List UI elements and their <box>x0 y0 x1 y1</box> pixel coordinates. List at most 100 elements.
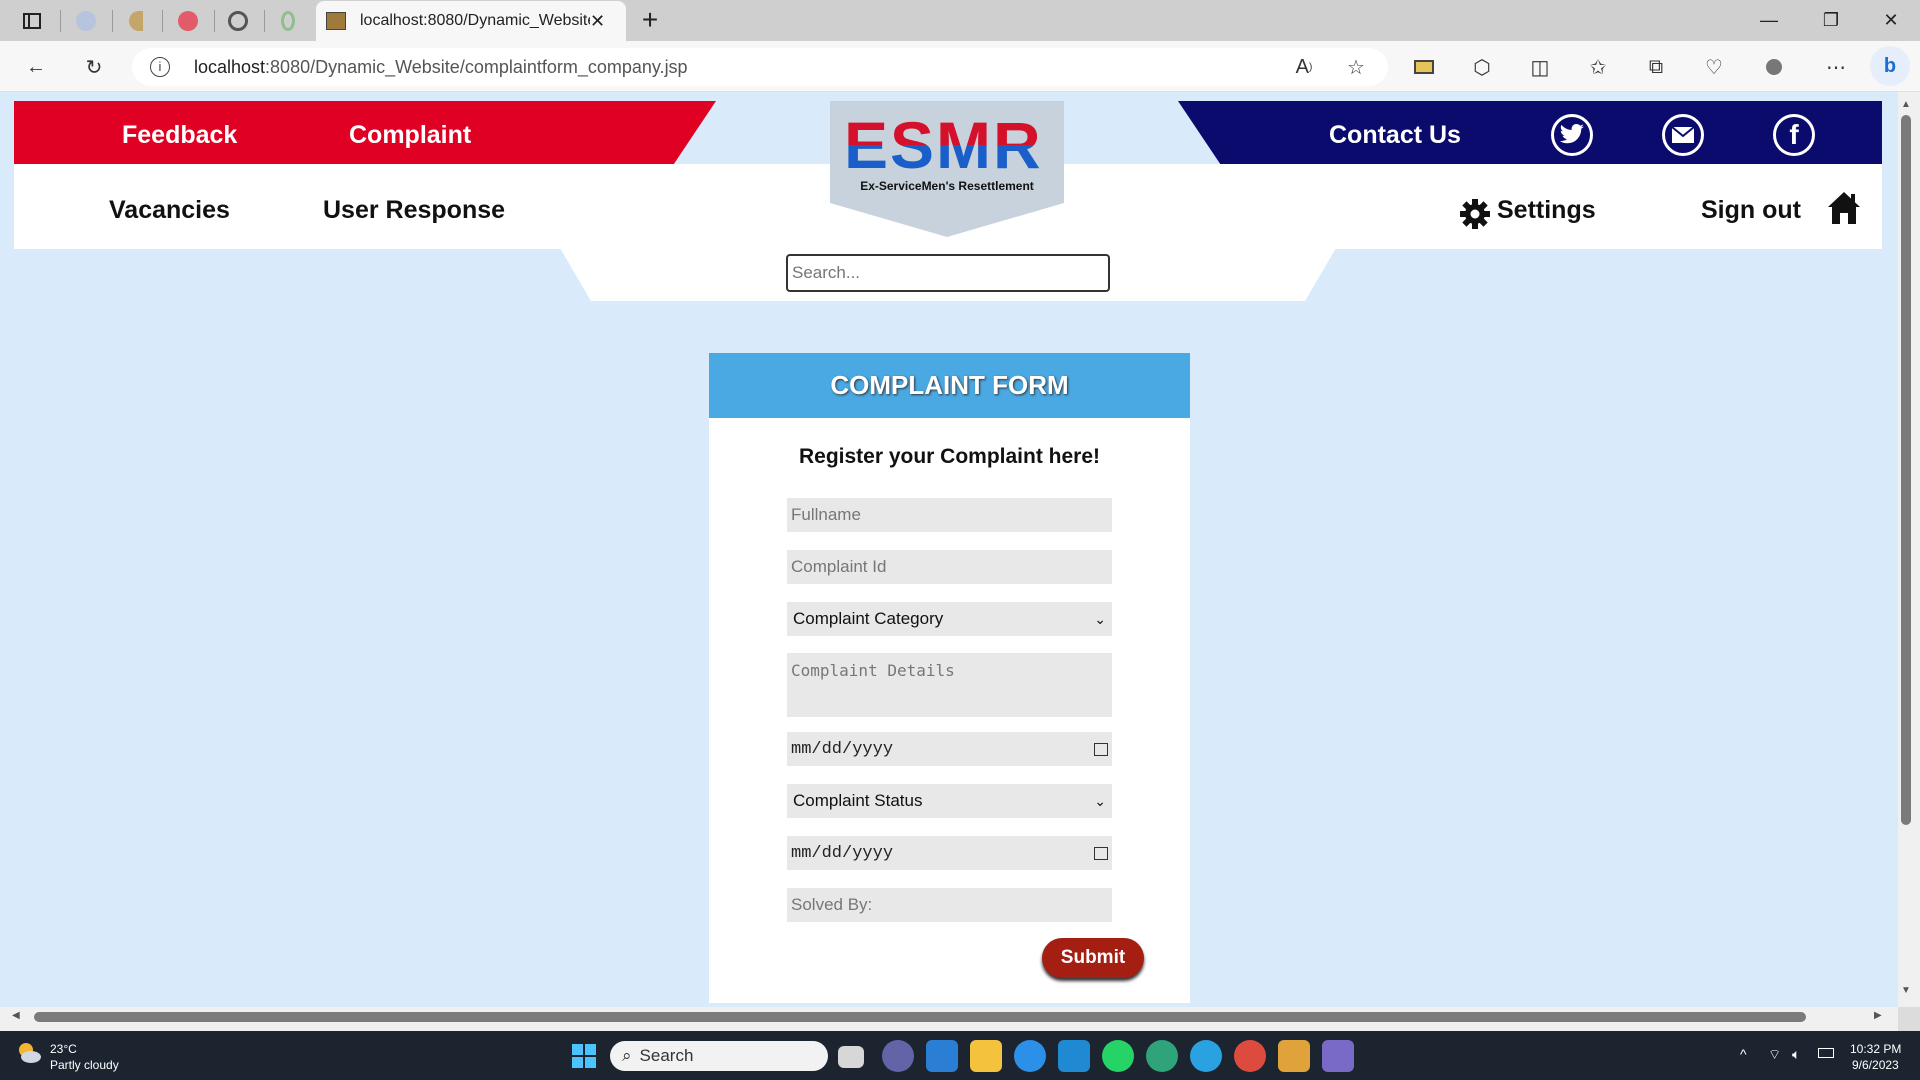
tab-separator <box>264 10 265 32</box>
read-aloud-icon[interactable]: A) <box>1286 50 1322 84</box>
scroll-left-icon[interactable]: ◀ <box>12 1010 20 1021</box>
nav-feedback[interactable]: Feedback <box>122 121 237 150</box>
extension-edit-icon[interactable] <box>1406 50 1442 84</box>
tab-separator <box>214 10 215 32</box>
minimize-icon[interactable]: — <box>1738 0 1800 40</box>
restore-icon[interactable]: ❐ <box>1800 0 1862 40</box>
tab-actions-icon[interactable] <box>10 6 54 36</box>
nav-contact-us[interactable]: Contact Us <box>1329 121 1461 150</box>
logo-text: ESMR <box>844 108 1043 182</box>
nav-settings[interactable]: Settings <box>1497 196 1596 225</box>
form-header: COMPLAINT FORM <box>709 353 1190 418</box>
task-view-icon[interactable] <box>838 1046 864 1068</box>
taskbar-search[interactable]: ⌕ Search <box>610 1041 828 1071</box>
vertical-scroll-thumb[interactable] <box>1901 115 1911 825</box>
twitter-icon[interactable] <box>1551 114 1593 156</box>
tab-favicon-icon <box>326 12 346 30</box>
form-title: COMPLAINT FORM <box>830 370 1069 400</box>
nav-sign-out[interactable]: Sign out <box>1701 196 1801 225</box>
solved-date-input[interactable]: mm/dd/yyyy <box>787 836 1112 870</box>
chrome-icon[interactable] <box>1234 1040 1266 1072</box>
file-explorer-icon[interactable] <box>970 1040 1002 1072</box>
nav-vacancies[interactable]: Vacancies <box>109 196 230 225</box>
new-tab-button[interactable]: + <box>634 4 666 36</box>
date-placeholder: mm/dd/yyyy <box>791 843 894 863</box>
calendar-icon[interactable] <box>1094 846 1108 860</box>
volume-icon[interactable]: 🔈︎ <box>1792 1046 1800 1063</box>
pinned-tab-3[interactable] <box>166 6 210 36</box>
extensions-icon[interactable]: ⬡ <box>1464 50 1500 84</box>
chevron-down-icon: ⌄ <box>1094 792 1106 809</box>
complaint-id-input[interactable]: Complaint Id <box>787 550 1112 584</box>
close-window-icon[interactable]: ✕ <box>1860 0 1920 40</box>
mail-icon[interactable] <box>1662 114 1704 156</box>
nav-user-response[interactable]: User Response <box>323 196 505 225</box>
scroll-right-icon[interactable]: ▶ <box>1874 1010 1882 1021</box>
pinned-tab-1[interactable] <box>64 6 108 36</box>
scroll-down-icon[interactable]: ▼ <box>1901 985 1913 997</box>
pinned-tab-2[interactable] <box>114 6 158 36</box>
telegram-icon[interactable] <box>1190 1040 1222 1072</box>
app-ide-icon[interactable] <box>1322 1040 1354 1072</box>
fullname-input[interactable]: Fullname <box>787 498 1112 532</box>
taskbar <box>0 1031 1920 1080</box>
more-options-icon[interactable]: ⋯ <box>1818 50 1854 84</box>
tab-separator <box>112 10 113 32</box>
tray-chevron-icon[interactable]: ^ <box>1740 1046 1747 1062</box>
weather-icon[interactable] <box>16 1040 42 1066</box>
wifi-icon[interactable]: ⌔ <box>1768 1046 1781 1064</box>
vscode-icon[interactable] <box>1058 1040 1090 1072</box>
collections-icon[interactable]: ⧉ <box>1638 50 1674 84</box>
weather-desc: Partly cloudy <box>50 1058 119 1072</box>
favorites-icon[interactable]: ✩ <box>1580 50 1616 84</box>
windows-start-icon[interactable] <box>572 1044 596 1068</box>
site-search-input[interactable] <box>786 254 1110 292</box>
complaint-date-input[interactable]: mm/dd/yyyy <box>787 732 1112 766</box>
active-tab[interactable]: localhost:8080/Dynamic_Website ✕ <box>316 1 626 41</box>
whatsapp-icon[interactable] <box>1102 1040 1134 1072</box>
url-text: localhost:8080/Dynamic_Website/complaint… <box>194 56 688 77</box>
github-icon[interactable] <box>216 6 260 36</box>
back-icon[interactable]: ← <box>18 50 54 84</box>
submit-button[interactable]: Submit <box>1042 938 1144 978</box>
complaint-category-select[interactable]: Complaint Category ⌄ <box>787 602 1112 636</box>
facebook-icon[interactable]: f <box>1773 114 1815 156</box>
site-info-icon[interactable]: i <box>150 57 170 77</box>
browser-essentials-icon[interactable]: ♡ <box>1696 50 1732 84</box>
complaint-details-textarea[interactable]: Complaint Details <box>787 653 1112 717</box>
tab-separator <box>60 10 61 32</box>
battery-icon[interactable] <box>1818 1048 1834 1058</box>
complaint-status-select[interactable]: Complaint Status ⌄ <box>787 784 1112 818</box>
status-selected-value: Complaint Status <box>793 791 923 810</box>
mail-app-icon[interactable] <box>926 1040 958 1072</box>
date-placeholder: mm/dd/yyyy <box>791 739 894 759</box>
address-bar[interactable]: i localhost:8080/Dynamic_Website/complai… <box>132 48 1388 86</box>
pinned-tab-5[interactable] <box>266 6 310 36</box>
copilot-icon[interactable]: b <box>1870 46 1910 86</box>
favorite-star-icon[interactable]: ☆ <box>1338 50 1374 84</box>
logo-tagline: Ex-ServiceMen's Resettlement <box>860 179 1034 193</box>
clock-time[interactable]: 10:32 PM <box>1850 1042 1901 1056</box>
chevron-down-icon: ⌄ <box>1094 610 1106 627</box>
horizontal-scroll-thumb[interactable] <box>34 1012 1806 1022</box>
app-cube-icon[interactable] <box>1278 1040 1310 1072</box>
clock-date[interactable]: 9/6/2023 <box>1852 1058 1899 1072</box>
scroll-up-icon[interactable]: ▲ <box>1901 99 1913 111</box>
weather-temp: 23°C <box>50 1042 77 1056</box>
close-tab-icon[interactable]: ✕ <box>590 11 605 32</box>
safari-like-icon[interactable] <box>1014 1040 1046 1072</box>
profile-icon[interactable] <box>1756 50 1792 84</box>
solved-by-input[interactable]: Solved By: <box>787 888 1112 922</box>
split-screen-icon[interactable]: ◫ <box>1522 50 1558 84</box>
search-icon: ⌕ <box>622 1046 632 1065</box>
tab-separator <box>162 10 163 32</box>
calendar-icon[interactable] <box>1094 742 1108 756</box>
home-icon[interactable] <box>1826 190 1862 226</box>
nav-complaint[interactable]: Complaint <box>349 121 471 150</box>
refresh-icon[interactable]: ↻ <box>76 50 112 84</box>
edge-icon[interactable] <box>1146 1040 1178 1072</box>
teams-icon[interactable] <box>882 1040 914 1072</box>
taskbar-search-label: Search <box>639 1046 694 1065</box>
form-subtitle: Register your Complaint here! <box>798 445 1101 468</box>
settings-gear-icon[interactable] <box>1459 198 1491 230</box>
